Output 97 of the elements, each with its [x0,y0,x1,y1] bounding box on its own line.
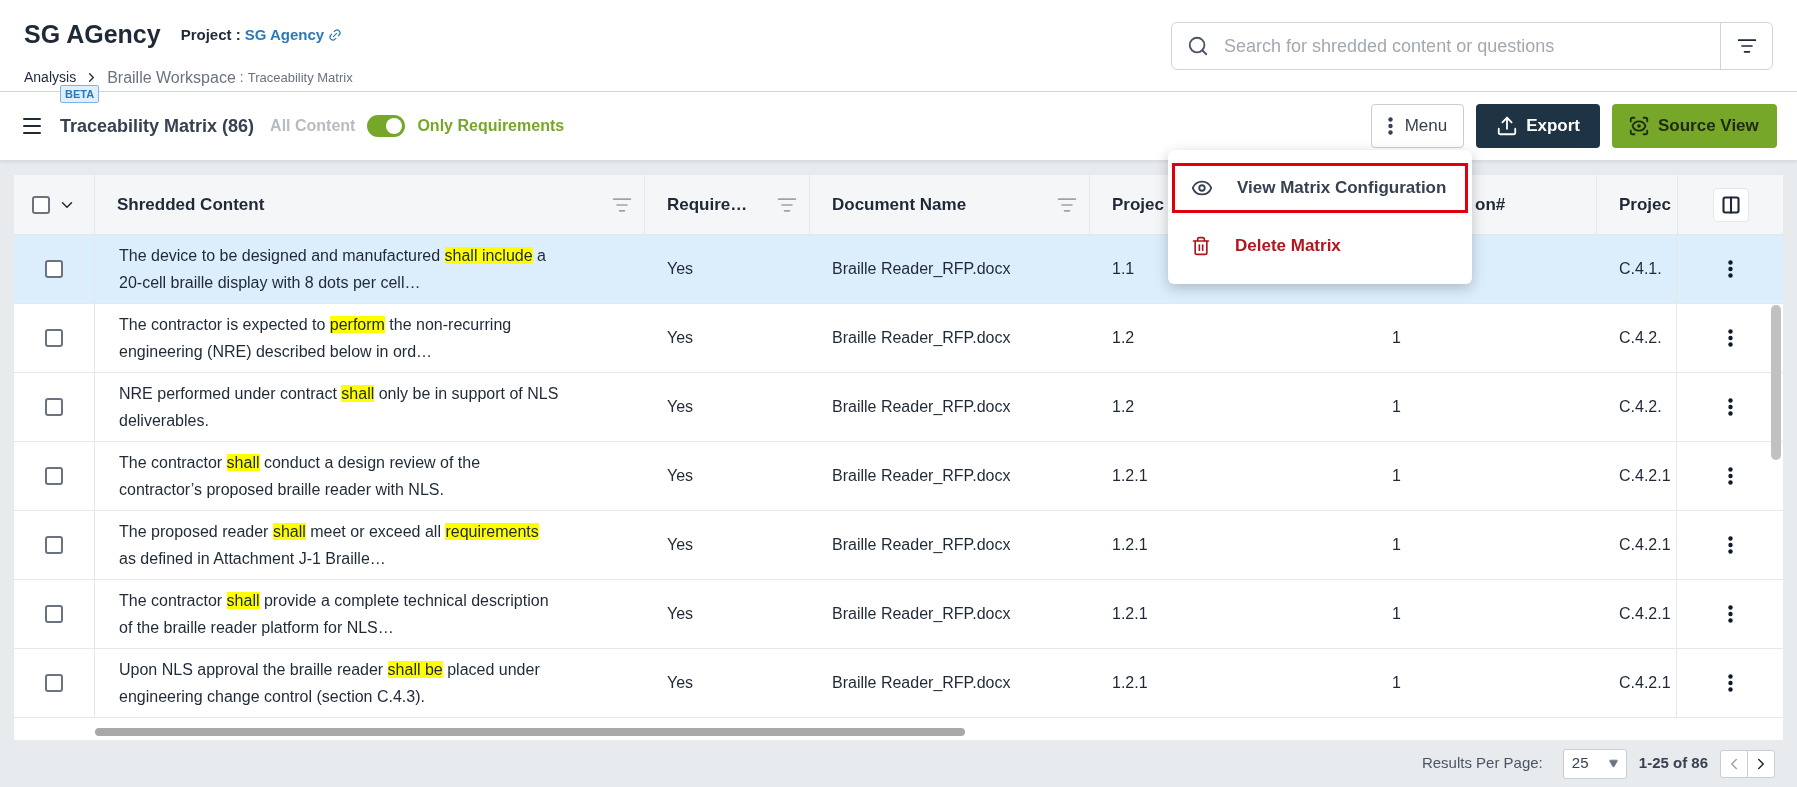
column-header[interactable]: Require… [667,191,748,218]
checkbox[interactable] [45,398,63,416]
project-label: Project : [180,24,241,45]
column-header[interactable]: Document Name [832,191,967,218]
table-cell-text: Braille Reader_RFP.docx [832,328,1011,348]
breadcrumb-link[interactable]: Braille Workspace [107,65,236,90]
filter-icon [1736,36,1757,56]
table-cell-text: Braille Reader_RFP.docx [832,397,1011,417]
page-size-select[interactable]: 25 [1562,748,1627,779]
search-field[interactable]: Search for shredded content or questions [1171,22,1773,70]
breadcrumb-separator: : [239,68,244,87]
column-header[interactable]: Projec [1112,191,1164,218]
vertical-scrollbar[interactable] [1771,305,1781,460]
project-link[interactable]: SG Agency [244,23,325,46]
table-cell-text: 1.2.1 [1112,466,1148,486]
menu-button[interactable]: Menu [1370,104,1465,148]
checkbox[interactable] [32,195,50,214]
page-title: Traceability Matrix (86) [60,115,255,136]
horizontal-scrollbar[interactable] [95,728,965,736]
table-cell-text: Braille Reader_RFP.docx [832,535,1011,555]
checkbox[interactable] [45,467,63,485]
table-cell-text: Braille Reader_RFP.docx [832,259,1011,279]
shredded-content-text: The device to be designed and manufactured shall include a 20-cell braille display with 8 dots per cell… [119,246,547,293]
shredded-content-text: The contractor shall provide a complete technical description of the braille reader platform for NLS… [119,591,550,638]
table-cell-text: 1.2 [1112,397,1135,417]
shredded-content-text: The contractor is expected to perform the non-recurring engineering (NRE) described below in ord… [119,315,513,362]
table-cell-text: C.4.2. [1619,397,1662,417]
table-cell-text: 1.2.1 [1112,604,1148,624]
shredded-content-text: Upon NLS approval the braille reader shall be placed under engineering change control (section C.4.3). [119,660,541,707]
table-row[interactable]: Upon NLS approval the braille reader shall be placed under engineering change control (section C.4.3). Yes Braille Reader_RFP.docx 1.2.1 1 C.4.2.1 [14,649,1783,718]
page-range: 1-25 of 86 [1638,753,1708,774]
table-cell-text: 1 [1392,535,1401,555]
checkbox[interactable] [45,260,63,278]
results-per-page-label: Results Per Page: [1421,753,1543,774]
table-cell-text: Yes [667,466,694,486]
kebab-icon[interactable] [1727,605,1733,623]
checkbox[interactable] [45,605,63,623]
table-cell-text: C.4.2. [1619,328,1662,348]
checkbox[interactable] [45,329,63,347]
search-icon [1187,35,1209,57]
table-cell-text: 1.2.1 [1112,535,1148,555]
table-cell-text: 1.1 [1112,259,1135,279]
table-row[interactable]: NRE performed under contract shall only be in support of NLS deliverables. Yes Braille Reader_RFP.docx 1.2 1 C.4.2. [14,373,1783,442]
table-cell-text: 1 [1392,328,1401,348]
shredded-content-text: The contractor shall conduct a design review of the contractor’s proposed braille reader with NLS. [119,453,482,500]
column-header[interactable]: Projec [1619,191,1671,218]
export-button[interactable]: Export [1476,104,1600,148]
checkbox[interactable] [45,674,63,692]
table-cell-text: 1 [1392,604,1401,624]
app-title: SG AGency [24,19,161,50]
table-row[interactable]: The contractor shall conduct a design review of the contractor’s proposed braille reader with NLS. Yes Braille Reader_RFP.docx 1.2.1 1 C.4.2.1 [14,442,1783,511]
kebab-icon[interactable] [1387,117,1393,135]
table-cell-text: 1.2 [1112,328,1135,348]
table-cell-text: C.4.2.1 [1619,673,1671,693]
toggle-label: All Content [270,116,356,136]
table-cell-text: Yes [667,673,694,693]
checkbox[interactable] [45,536,63,554]
source-view-button[interactable]: Source View [1612,104,1777,148]
table-cell-text: 1 [1392,397,1401,417]
kebab-icon[interactable] [1727,329,1733,347]
table-cell-text: Braille Reader_RFP.docx [832,466,1011,486]
table-cell-text: 1 [1392,466,1401,486]
eye-document-icon [1628,115,1650,137]
table-cell-text: C.4.1. [1619,259,1662,279]
shredded-content-text: The proposed reader shall meet or exceed all requirements as defined in Attachment J-1 Braille… [119,522,540,569]
table-row[interactable]: The contractor shall provide a complete technical description of the braille reader platform for NLS… Yes Braille Reader_RFP.docx 1.2.1 1 C.4.2.1 [14,580,1783,649]
table-cell-text: C.4.2.1 [1619,466,1671,486]
table-row[interactable]: The contractor is expected to perform the non-recurring engineering (NRE) described below in ord… Yes Braille Reader_RFP.docx 1.2 1 C.4.2. [14,304,1783,373]
kebab-icon[interactable] [1727,398,1733,416]
kebab-icon[interactable] [1727,674,1733,692]
table-cell-text: Braille Reader_RFP.docx [832,604,1011,624]
column-header[interactable]: on# [1475,191,1506,218]
caret-icon [1608,759,1618,768]
table-cell-text: 1 [1392,673,1401,693]
menu-item[interactable]: View Matrix Configuration [1172,163,1468,213]
table-cell-text: Yes [667,328,694,348]
trash-icon [1191,236,1211,256]
table-row[interactable]: The proposed reader shall meet or exceed all requirements as defined in Attachment J-1 Braille… Yes Braille Reader_RFP.docx 1.2.1 1 C.4.2.1 [14,511,1783,580]
columns-button[interactable] [1712,187,1749,222]
kebab-icon[interactable] [1727,260,1733,278]
toggle-switch[interactable] [367,115,406,137]
column-header[interactable]: Shredded Content [117,191,265,218]
table-cell-text: Yes [667,259,694,279]
kebab-icon[interactable] [1727,536,1733,554]
table-cell-text: Yes [667,397,694,417]
kebab-icon[interactable] [1727,467,1733,485]
breadcrumb-current: Traceability Matrix [247,68,353,87]
upload-icon [1496,115,1519,137]
table-cell-text: Yes [667,535,694,555]
table-cell-text: Yes [667,604,694,624]
shredded-content-text: NRE performed under contract shall only be in support of NLS deliverables. [119,384,559,431]
table-cell-text: Braille Reader_RFP.docx [832,673,1011,693]
table-cell-text: C.4.2.1 [1619,535,1671,555]
columns-icon [1720,194,1741,215]
toggle-label: Only Requirements [417,116,565,136]
table-cell-text: C.4.2.1 [1619,604,1671,624]
table-cell-text: 1.2.1 [1112,673,1148,693]
